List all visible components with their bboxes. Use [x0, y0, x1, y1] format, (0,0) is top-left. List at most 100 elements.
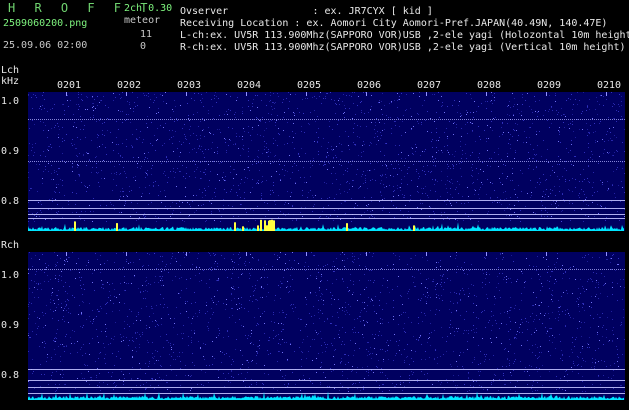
noise-dot — [245, 177, 246, 178]
carrier-dot — [178, 161, 179, 162]
noise-dot — [110, 162, 111, 163]
carrier-dot — [532, 161, 533, 162]
noise-dot — [546, 333, 547, 334]
noise-dot — [552, 190, 553, 191]
noise-dot — [208, 110, 209, 111]
noise-dot — [563, 292, 564, 293]
noise-dot — [257, 346, 258, 347]
carrier-dot — [564, 161, 565, 162]
noise-dot — [549, 328, 550, 329]
noise-dot — [569, 128, 570, 129]
noise-dot — [82, 327, 83, 328]
noise-dot — [548, 266, 549, 267]
carrier-dot — [606, 119, 607, 120]
noise-dot — [287, 143, 288, 144]
carrier-dot — [356, 119, 357, 120]
noise-dot — [592, 257, 593, 258]
noise-dot — [352, 180, 353, 181]
carrier-dot — [122, 161, 123, 162]
noise-dot — [456, 124, 457, 125]
noise-dot — [597, 204, 598, 205]
carrier-dot — [368, 119, 369, 120]
noise-dot — [510, 344, 511, 345]
noise-dot — [64, 114, 65, 115]
noise-dot — [284, 204, 285, 205]
noise-dot — [354, 327, 355, 328]
noise-dot — [131, 311, 132, 312]
noise-dot — [157, 324, 158, 325]
carrier-dot — [116, 119, 117, 120]
carrier-dot — [44, 161, 45, 162]
noise-dot — [114, 173, 115, 174]
noise-dot — [92, 167, 93, 168]
noise-dot — [523, 142, 524, 143]
noise-dot — [607, 131, 608, 132]
noise-dot — [473, 285, 474, 286]
noise-dot — [589, 337, 590, 338]
noise-dot — [272, 102, 273, 103]
carrier-dot — [534, 119, 535, 120]
noise-dot — [212, 364, 213, 365]
noise-dot — [470, 112, 471, 113]
carrier-dot — [106, 161, 107, 162]
noise-dot — [48, 384, 49, 385]
carrier-dot — [186, 119, 187, 120]
noise-dot — [160, 276, 161, 277]
noise-dot — [421, 283, 422, 284]
noise-dot — [233, 267, 234, 268]
noise-dot — [262, 297, 263, 298]
noise-dot — [476, 111, 477, 112]
noise-dot — [441, 106, 442, 107]
noise-dot — [215, 196, 216, 197]
noise-dot — [408, 291, 409, 292]
noise-dot — [43, 171, 44, 172]
noise-dot — [113, 303, 114, 304]
noise-dot — [245, 209, 246, 210]
carrier-dot — [256, 161, 257, 162]
noise-dot — [608, 341, 609, 342]
carrier-dot — [480, 161, 481, 162]
noise-dot — [623, 309, 624, 310]
noise-dot — [42, 254, 43, 255]
noise-dot — [613, 254, 614, 255]
noise-dot — [99, 120, 100, 121]
noise-dot — [296, 220, 297, 221]
noise-dot — [211, 270, 212, 271]
noise-dot — [323, 138, 324, 139]
noise-dot — [506, 198, 507, 199]
noise-dot — [540, 290, 541, 291]
noise-dot — [348, 145, 349, 146]
carrier-dot — [204, 119, 205, 120]
noise-dot — [230, 96, 231, 97]
noise-dot — [486, 138, 487, 139]
noise-dot — [510, 382, 511, 383]
noise-dot — [539, 305, 540, 306]
noise-dot — [464, 319, 465, 320]
noise-dot — [351, 164, 352, 165]
noise-dot — [124, 171, 125, 172]
noise-dot — [116, 121, 117, 122]
noise-dot — [530, 316, 531, 317]
carrier-dot — [542, 119, 543, 120]
carrier-dot — [292, 161, 293, 162]
noise-dot — [577, 119, 578, 120]
noise-dot — [94, 270, 95, 271]
noise-dot — [400, 382, 401, 383]
noise-dot — [42, 342, 43, 343]
noise-dot — [79, 277, 80, 278]
noise-dot — [578, 304, 579, 305]
noise-dot — [232, 261, 233, 262]
noise-dot — [397, 93, 398, 94]
noise-dot — [365, 92, 366, 93]
noise-dot — [133, 209, 134, 210]
noise-dot — [298, 170, 299, 171]
noise-dot — [268, 292, 269, 293]
noise-dot — [198, 93, 199, 94]
noise-dot — [585, 199, 586, 200]
noise-dot — [517, 197, 518, 198]
noise-dot — [292, 131, 293, 132]
noise-dot — [586, 110, 587, 111]
noise-dot — [313, 206, 314, 207]
noise-dot — [325, 164, 326, 165]
noise-dot — [343, 113, 344, 114]
